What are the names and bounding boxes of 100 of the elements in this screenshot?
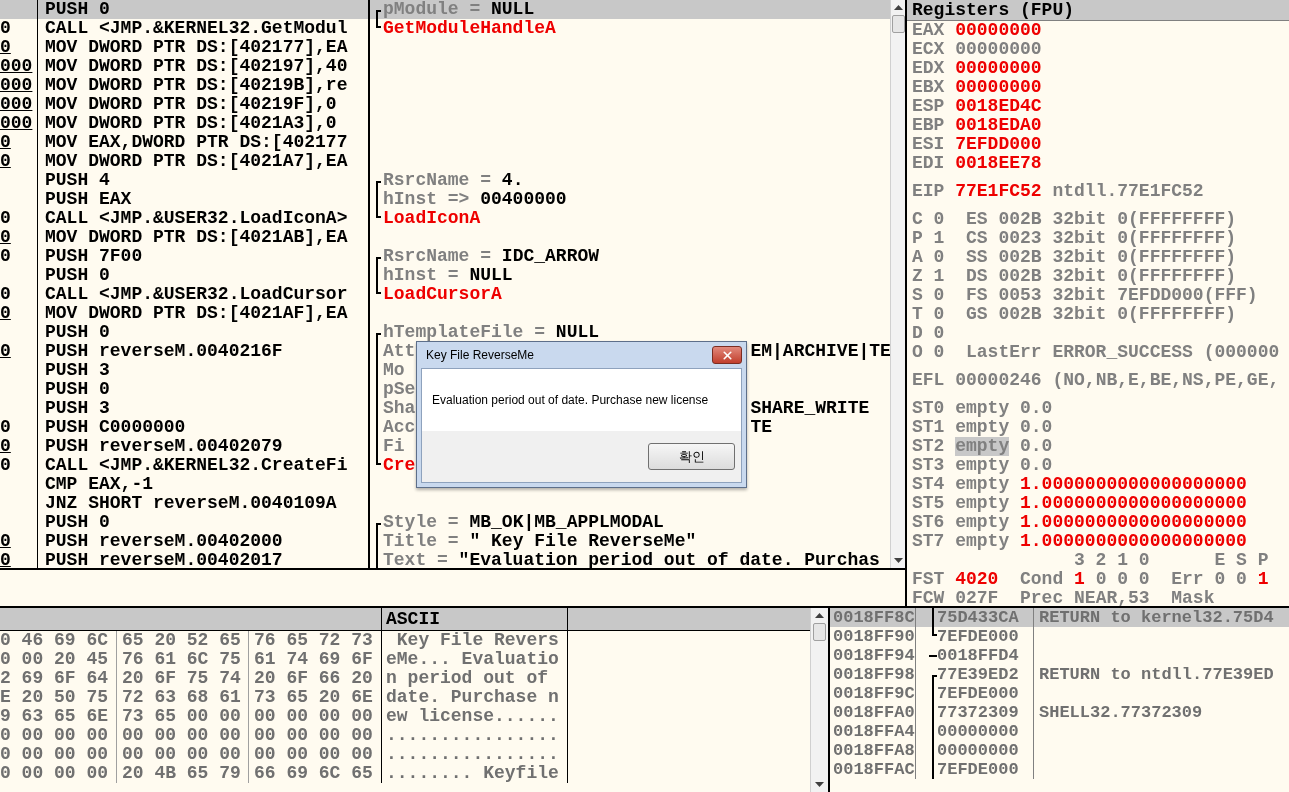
code-row[interactable]: 0 PUSH reverseM.00402079 bbox=[0, 437, 368, 456]
stack-row[interactable]: 0018FF90 7EFDE000 bbox=[830, 627, 1289, 646]
code-row[interactable]: 0 PUSH reverseM.00402000 bbox=[0, 532, 368, 551]
scrollbar[interactable] bbox=[810, 608, 828, 792]
tag-text[interactable]: empty bbox=[955, 513, 1010, 532]
code-row[interactable]: 0 PUSH reverseM.0040216F bbox=[0, 342, 368, 361]
register-value[interactable]: 0018EE78 bbox=[955, 154, 1042, 173]
register-value[interactable]: 1.0000000000000000000 bbox=[1020, 494, 1247, 513]
tag-text[interactable]: empty bbox=[955, 418, 1010, 437]
register-value[interactable]: 1.0000000000000000000 bbox=[1020, 475, 1247, 494]
address-cell: 0018FFA4 bbox=[830, 722, 916, 741]
scrollbar-thumb[interactable] bbox=[891, 15, 905, 33]
code-row[interactable]: PUSH 0 bbox=[0, 266, 368, 285]
register-value[interactable]: 1.0000000000000000000 bbox=[1020, 532, 1247, 551]
status-text: 027F bbox=[955, 589, 999, 606]
code-row[interactable]: 0 PUSH reverseM.00402017 bbox=[0, 551, 368, 568]
register-name: EDX bbox=[912, 59, 945, 78]
code-row[interactable]: CMP EAX,-1 bbox=[0, 475, 368, 494]
value-cell: 7EFDE000 bbox=[937, 684, 1034, 703]
param-value: NULL bbox=[491, 0, 535, 19]
flag-text[interactable]: O 0 bbox=[912, 343, 945, 362]
scroll-up-arrow[interactable] bbox=[893, 5, 903, 10]
scroll-down-arrow[interactable] bbox=[893, 558, 903, 563]
code-row[interactable]: PUSH EAX bbox=[0, 190, 368, 209]
register-value[interactable]: 00000000 bbox=[955, 21, 1042, 40]
instruction-text: PUSH reverseM.00402017 bbox=[44, 551, 283, 568]
code-row[interactable]: 0 CALL <JMP.&USER32.LoadIconA> bbox=[0, 209, 368, 228]
register-value[interactable]: 0018EDA0 bbox=[955, 116, 1042, 135]
code-row[interactable]: PUSH 3 bbox=[0, 399, 368, 418]
param-value: NULL bbox=[555, 323, 600, 342]
flag-text[interactable]: D 0 bbox=[912, 324, 945, 343]
stack-row[interactable]: 0018FFA8 00000000 bbox=[830, 741, 1289, 760]
flag-text[interactable]: A 0 bbox=[912, 248, 945, 267]
flag-text[interactable]: Z 1 bbox=[912, 267, 945, 286]
hex-cell: 0 00 20 45 bbox=[0, 650, 117, 669]
flag-text[interactable]: T 0 bbox=[912, 305, 945, 324]
stack-row[interactable]: 0018FF9C 7EFDE000 bbox=[830, 684, 1289, 703]
tag-text[interactable]: empty bbox=[955, 475, 1010, 494]
param-value: 00400000 bbox=[480, 190, 567, 209]
code-row[interactable]: PUSH 0 bbox=[0, 380, 368, 399]
hex-cell: 73 65 00 00 bbox=[117, 707, 249, 726]
byte-text: 0 bbox=[0, 551, 38, 568]
tag-text[interactable]: empty bbox=[955, 494, 1010, 513]
stack-row[interactable]: 0018FF98 77E39ED2 RETURN to ntdll.77E39ED bbox=[830, 665, 1289, 684]
code-row[interactable]: 000 MOV DWORD PTR DS:[40219B],re bbox=[0, 76, 368, 95]
code-row[interactable]: 0 MOV DWORD PTR DS:[4021AF],EA bbox=[0, 304, 368, 323]
register-name: ST1 bbox=[912, 418, 945, 437]
scroll-up-arrow[interactable] bbox=[815, 613, 824, 618]
scrollbar-thumb[interactable] bbox=[813, 623, 826, 641]
code-row[interactable]: PUSH 4 bbox=[0, 171, 368, 190]
register-value[interactable]: 00000000 bbox=[955, 59, 1042, 78]
register-value[interactable]: 0.0 bbox=[1020, 437, 1053, 456]
tag-text[interactable]: empty bbox=[955, 532, 1010, 551]
code-row[interactable]: 0 MOV DWORD PTR DS:[4021A7],EA bbox=[0, 152, 368, 171]
param-value: MB_OK|MB_APPLMODAL bbox=[469, 513, 664, 532]
register-value[interactable]: 7EFDD000 bbox=[955, 135, 1042, 154]
tag-text[interactable]: empty bbox=[955, 456, 1010, 475]
code-row[interactable]: 000 MOV DWORD PTR DS:[4021A3],0 bbox=[0, 114, 368, 133]
close-button[interactable] bbox=[712, 346, 742, 364]
flag-text[interactable]: S 0 bbox=[912, 286, 945, 305]
register-value[interactable]: 77E1FC52 bbox=[955, 182, 1042, 201]
register-value[interactable]: 00000000 bbox=[955, 78, 1042, 97]
instruction-text: CALL <JMP.&KERNEL32.CreateFi bbox=[44, 456, 348, 475]
register-value[interactable]: 0.0 bbox=[1020, 418, 1053, 437]
instruction-text: MOV DWORD PTR DS:[40219B],re bbox=[44, 76, 348, 95]
code-row[interactable]: PUSH 3 bbox=[0, 361, 368, 380]
code-row[interactable]: PUSH 0 bbox=[0, 0, 368, 19]
code-row[interactable]: 0 CALL <JMP.&KERNEL32.CreateFi bbox=[0, 456, 368, 475]
stack-row[interactable]: 0018FF8C 75D433CA RETURN to kernel32.75D4 bbox=[830, 608, 1289, 627]
stack-row[interactable]: 0018FF94 0018FFD4 bbox=[830, 646, 1289, 665]
param-value: NULL bbox=[469, 266, 513, 285]
flag-text[interactable]: P 1 bbox=[912, 229, 945, 248]
code-row[interactable]: 0 PUSH C0000000 bbox=[0, 418, 368, 437]
ok-button[interactable]: 확인 bbox=[648, 443, 735, 470]
stack-row[interactable]: 0018FFA0 77372309 SHELL32.77372309 bbox=[830, 703, 1289, 722]
register-value[interactable]: 0018ED4C bbox=[955, 97, 1042, 116]
code-row[interactable]: 0 PUSH 7F00 bbox=[0, 247, 368, 266]
comment-row[interactable]: pModule = NULL bbox=[370, 0, 890, 19]
code-row[interactable]: 0 CALL <JMP.&KERNEL32.GetModul bbox=[0, 19, 368, 38]
register-value[interactable]: 0.0 bbox=[1020, 399, 1053, 418]
code-row[interactable]: 0 CALL <JMP.&USER32.LoadCursor bbox=[0, 285, 368, 304]
stack-row[interactable]: 0018FFA4 00000000 bbox=[830, 722, 1289, 741]
register-value[interactable]: 00000246 bbox=[955, 371, 1042, 390]
scrollbar[interactable] bbox=[890, 0, 905, 568]
register-value[interactable]: 1.0000000000000000000 bbox=[1020, 513, 1247, 532]
function-name: LoadCursorA bbox=[383, 285, 502, 304]
code-row[interactable]: 0 MOV DWORD PTR DS:[4021AB],EA bbox=[0, 228, 368, 247]
register-value[interactable]: 0.0 bbox=[1020, 456, 1053, 475]
stack-row[interactable]: 0018FFAC 7EFDE000 bbox=[830, 760, 1289, 779]
code-row[interactable]: PUSH 0 bbox=[0, 513, 368, 532]
code-row[interactable]: 0 MOV DWORD PTR DS:[402177],EA bbox=[0, 38, 368, 57]
scroll-down-arrow[interactable] bbox=[815, 782, 824, 787]
code-row[interactable]: 000 MOV DWORD PTR DS:[402197],40 bbox=[0, 57, 368, 76]
code-row[interactable]: 0 MOV EAX,DWORD PTR DS:[402177 bbox=[0, 133, 368, 152]
code-row[interactable]: JNZ SHORT reverseM.0040109A bbox=[0, 494, 368, 513]
flag-text[interactable]: C 0 bbox=[912, 210, 945, 229]
register-value[interactable]: 00000000 bbox=[955, 40, 1042, 59]
code-row[interactable]: 000 MOV DWORD PTR DS:[40219F],0 bbox=[0, 95, 368, 114]
tag-text[interactable]: empty bbox=[955, 399, 1010, 418]
code-row[interactable]: PUSH 0 bbox=[0, 323, 368, 342]
